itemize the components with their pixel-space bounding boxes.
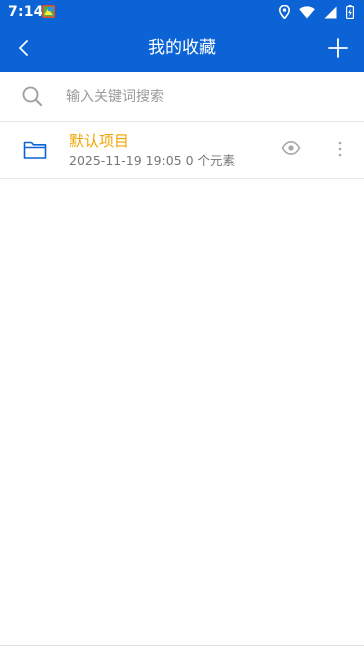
signal-icon — [324, 6, 337, 18]
search-input[interactable] — [64, 84, 348, 110]
status-icons — [279, 5, 354, 19]
item-title: 默认项目 — [69, 132, 130, 150]
page-title: 我的收藏 — [148, 38, 216, 58]
status-time: 7:14 — [8, 4, 44, 20]
wifi-icon — [299, 5, 315, 19]
folder-icon — [23, 141, 47, 159]
plus-icon[interactable] — [326, 36, 350, 60]
eye-icon[interactable] — [281, 138, 301, 158]
battery-charging-icon — [346, 5, 354, 19]
bottom-divider — [0, 645, 364, 646]
list-item[interactable]: 默认项目 2025-11-19 19:05 0 个元素 — [0, 122, 364, 179]
more-vertical-icon[interactable] — [333, 139, 347, 159]
app-notification-icon — [42, 5, 55, 18]
search-bar — [0, 72, 364, 122]
app-bar: 我的收藏 — [0, 24, 364, 72]
item-meta: 2025-11-19 19:05 0 个元素 — [69, 153, 236, 168]
search-icon — [22, 86, 42, 106]
status-bar: 7:14 — [0, 0, 364, 24]
location-icon — [279, 5, 290, 19]
